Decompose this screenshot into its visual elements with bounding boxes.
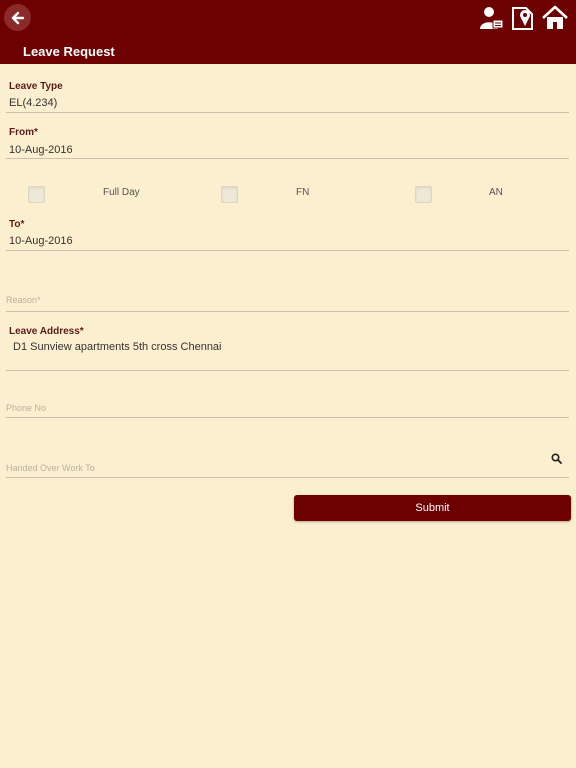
- leave-address-label: Leave Address*: [9, 326, 84, 337]
- home-icon: [542, 5, 568, 29]
- handed-over-placeholder: Handed Over Work To: [6, 463, 95, 473]
- user-card-button[interactable]: [478, 5, 504, 31]
- reason-underline: [6, 311, 569, 312]
- to-date-underline: [6, 250, 569, 251]
- leave-address-value: D1 Sunview apartments 5th cross Chennai: [13, 341, 222, 353]
- page-title: Leave Request: [23, 44, 115, 59]
- leave-type-underline: [6, 112, 569, 113]
- leave-type-field[interactable]: Leave Type EL(4.234): [6, 80, 569, 114]
- leave-address-underline: [6, 370, 569, 371]
- full-day-label: Full Day: [103, 187, 140, 198]
- map-location-icon: [512, 7, 533, 30]
- leave-type-value: EL(4.234): [9, 97, 58, 109]
- search-icon[interactable]: [551, 453, 562, 464]
- handed-over-input[interactable]: Handed Over Work To: [6, 458, 569, 480]
- user-card-icon: [480, 7, 504, 29]
- to-date-field[interactable]: To* 10-Aug-2016: [6, 218, 569, 252]
- to-date-label: To*: [9, 219, 25, 230]
- leave-type-label: Leave Type: [9, 81, 63, 92]
- fn-label: FN: [296, 187, 310, 198]
- full-day-checkbox[interactable]: [28, 186, 45, 203]
- phone-underline: [6, 417, 569, 418]
- back-arrow-icon: [11, 11, 24, 24]
- back-button[interactable]: [4, 4, 31, 31]
- phone-placeholder: Phone No: [6, 403, 47, 413]
- app-header: Leave Request: [0, 0, 576, 64]
- reason-placeholder: Reason*: [6, 295, 41, 305]
- day-options: Full Day FN AN: [0, 184, 576, 204]
- location-button[interactable]: [510, 5, 536, 31]
- fn-checkbox[interactable]: [221, 186, 238, 203]
- home-button[interactable]: [542, 5, 568, 31]
- to-date-value: 10-Aug-2016: [9, 235, 73, 247]
- an-label: AN: [489, 187, 503, 198]
- phone-input[interactable]: Phone No: [6, 398, 569, 420]
- from-date-value: 10-Aug-2016: [9, 144, 73, 156]
- leave-address-field[interactable]: Leave Address* D1 Sunview apartments 5th…: [6, 325, 569, 373]
- handed-over-underline: [6, 477, 569, 478]
- submit-button[interactable]: Submit: [294, 495, 571, 521]
- from-date-field[interactable]: From* 10-Aug-2016: [6, 127, 569, 161]
- reason-input[interactable]: Reason*: [6, 290, 569, 314]
- from-date-underline: [6, 158, 569, 159]
- an-checkbox[interactable]: [415, 186, 432, 203]
- from-date-label: From*: [9, 127, 38, 138]
